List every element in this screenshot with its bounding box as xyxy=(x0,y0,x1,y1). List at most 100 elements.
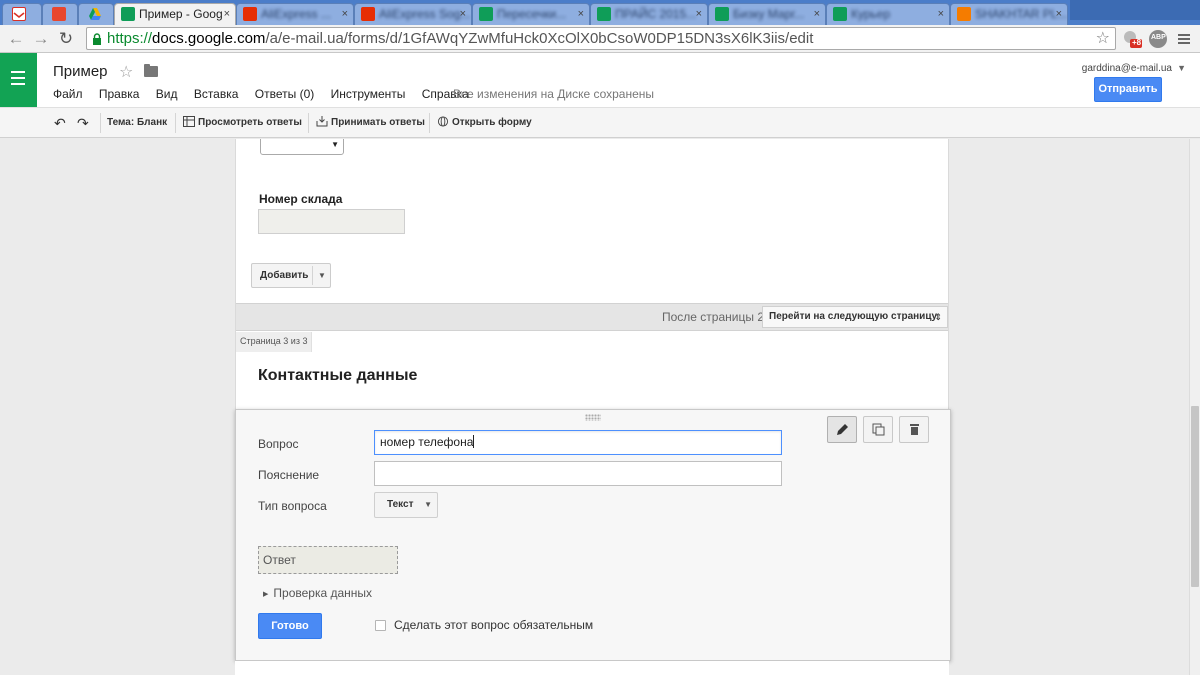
browser-toolbar: ← → ↻ https://docs.google.com/a/e-mail.u… xyxy=(0,25,1200,53)
document-title[interactable]: Пример xyxy=(53,63,108,80)
help-text-input[interactable] xyxy=(374,461,782,486)
browser-tab-drive[interactable] xyxy=(78,3,114,25)
browser-tab-red[interactable] xyxy=(42,3,78,25)
close-tab-icon[interactable]: × xyxy=(578,4,584,24)
shakhtar-icon xyxy=(957,7,971,21)
chevron-down-icon: ▼ xyxy=(424,500,432,509)
menu-file[interactable]: Файл xyxy=(53,87,83,101)
open-form-label: Открыть форму xyxy=(452,117,532,128)
adblock-icon[interactable]: ABP xyxy=(1148,29,1168,49)
menu-edit[interactable]: Правка xyxy=(99,87,140,101)
menu-view[interactable]: Вид xyxy=(156,87,178,101)
toolbar-divider xyxy=(308,113,309,133)
open-form-button[interactable]: Открыть форму xyxy=(437,108,532,138)
form-canvas: ▼ Номер склада Добавить ▼ После страницы… xyxy=(0,139,1189,675)
close-tab-icon[interactable]: × xyxy=(814,4,820,24)
section-title[interactable]: Контактные данные xyxy=(258,367,417,385)
sheets-icon xyxy=(479,7,493,21)
forms-icon xyxy=(121,7,135,21)
add-item-label: Добавить xyxy=(260,270,309,281)
select-arrows-icon: ⇕ xyxy=(934,312,942,322)
account-email[interactable]: garddina@e-mail.ua xyxy=(1082,63,1172,74)
pencil-icon xyxy=(837,424,848,435)
undo-icon[interactable]: ↶ xyxy=(54,108,66,138)
tab-title: Пересечки... xyxy=(497,7,567,21)
tab-title: AliExpress ... xyxy=(261,7,332,21)
edit-question-button[interactable] xyxy=(827,416,857,443)
previous-question-dropdown[interactable]: ▼ xyxy=(260,139,344,155)
back-icon[interactable]: ← xyxy=(5,28,27,50)
theme-button[interactable]: Тема: Бланк xyxy=(107,108,167,138)
browser-tab[interactable]: Бизку Марг... × xyxy=(708,3,826,25)
tab-title: AliExpress Sog... xyxy=(379,7,471,21)
browser-tab[interactable]: Курьер × xyxy=(826,3,950,25)
view-responses-label: Просмотреть ответы xyxy=(198,117,302,128)
folder-icon[interactable] xyxy=(144,64,158,77)
url-host: docs.google.com xyxy=(152,30,266,47)
duplicate-question-button[interactable] xyxy=(863,416,893,443)
close-tab-icon[interactable]: × xyxy=(938,4,944,24)
scrollbar-thumb[interactable] xyxy=(1191,406,1199,587)
button-divider xyxy=(312,266,313,285)
url-path: /a/e-mail.ua/forms/d/1GfAWqYZwMfuHck0XcO… xyxy=(265,30,814,47)
help-text-label: Пояснение xyxy=(258,468,320,482)
page-scrollbar[interactable] xyxy=(1189,139,1200,675)
star-icon[interactable]: ☆ xyxy=(119,62,133,82)
browser-tab[interactable]: ПРАЙС 2015... × xyxy=(590,3,708,25)
page-indicator: Страница 3 из 3 xyxy=(236,332,313,352)
menu-tools[interactable]: Инструменты xyxy=(331,87,406,101)
close-tab-icon[interactable]: × xyxy=(696,4,702,24)
window-controls xyxy=(1070,0,1200,20)
accept-responses-label: Принимать ответы xyxy=(331,117,425,128)
tab-title: ПРАЙС 2015... xyxy=(615,7,697,21)
close-tab-icon[interactable]: × xyxy=(460,4,466,24)
accept-responses-button[interactable]: Принимать ответы xyxy=(316,108,425,138)
send-button[interactable]: Отправить xyxy=(1094,77,1162,102)
redo-icon[interactable]: ↷ xyxy=(77,108,89,138)
browser-tab[interactable]: Пересечки... × xyxy=(472,3,590,25)
form-toolbar: ↶ ↷ Тема: Бланк Просмотреть ответы Прини… xyxy=(0,107,1200,138)
bookmark-star-icon[interactable]: ☆ xyxy=(1096,28,1110,49)
browser-tab-active[interactable]: Пример - Goog × xyxy=(114,3,236,25)
view-responses-button[interactable]: Просмотреть ответы xyxy=(183,108,302,138)
question-type-select[interactable]: Текст ▼ xyxy=(374,492,438,518)
account-caret-icon[interactable]: ▼ xyxy=(1177,63,1186,73)
question-type-label: Тип вопроса xyxy=(258,499,327,513)
url-protocol: https:// xyxy=(107,30,153,47)
menu-bar: Файл Правка Вид Вставка Ответы (0) Инстр… xyxy=(53,87,482,101)
answer-preview: Ответ xyxy=(258,546,398,574)
delete-question-button[interactable] xyxy=(899,416,929,443)
trash-icon xyxy=(910,424,919,435)
adblock-label: ABP xyxy=(1151,34,1166,41)
question-type-value: Текст xyxy=(387,499,414,510)
menu-responses[interactable]: Ответы (0) xyxy=(255,87,314,101)
question-title-input[interactable]: номер телефона xyxy=(374,430,782,455)
browser-tab[interactable]: AliExpress Sog... × xyxy=(354,3,472,25)
tab-title: Пример - Goog xyxy=(139,7,223,21)
add-item-button[interactable]: Добавить ▼ xyxy=(251,263,331,288)
chrome-menu-icon[interactable] xyxy=(1174,29,1194,49)
form-sheet-bottom xyxy=(235,661,949,675)
sheets-icon xyxy=(833,7,847,21)
close-tab-icon[interactable]: × xyxy=(224,4,230,24)
extension-badge-icon[interactable]: +8 xyxy=(1122,29,1142,49)
reload-icon[interactable]: ↻ xyxy=(55,28,77,50)
browser-tab-gmail[interactable] xyxy=(2,3,42,25)
browser-tab[interactable]: SHAKHTAR PL... × xyxy=(950,3,1068,25)
chevron-down-icon[interactable]: ▼ xyxy=(318,264,326,287)
close-tab-icon[interactable]: × xyxy=(342,4,348,24)
browser-tab[interactable]: AliExpress ... × xyxy=(236,3,354,25)
required-checkbox[interactable] xyxy=(375,620,386,631)
menu-insert[interactable]: Вставка xyxy=(194,87,239,101)
forward-icon[interactable]: → xyxy=(30,28,52,50)
done-button[interactable]: Готово xyxy=(258,613,322,639)
address-bar[interactable]: https://docs.google.com/a/e-mail.ua/form… xyxy=(86,27,1116,50)
triangle-right-icon: ▶ xyxy=(263,591,269,598)
go-to-page-select[interactable]: Перейти на следующую страницу ⇕ xyxy=(762,306,948,328)
drag-handle-icon[interactable] xyxy=(585,414,601,421)
required-label[interactable]: Сделать этот вопрос обязательным xyxy=(394,618,593,632)
forms-app-menu-icon[interactable] xyxy=(0,53,37,107)
data-validation-toggle[interactable]: ▶ Проверка данных xyxy=(263,586,372,600)
close-tab-icon[interactable]: × xyxy=(1056,4,1062,24)
forms-header: Пример ☆ Файл Правка Вид Вставка Ответы … xyxy=(0,53,1200,107)
